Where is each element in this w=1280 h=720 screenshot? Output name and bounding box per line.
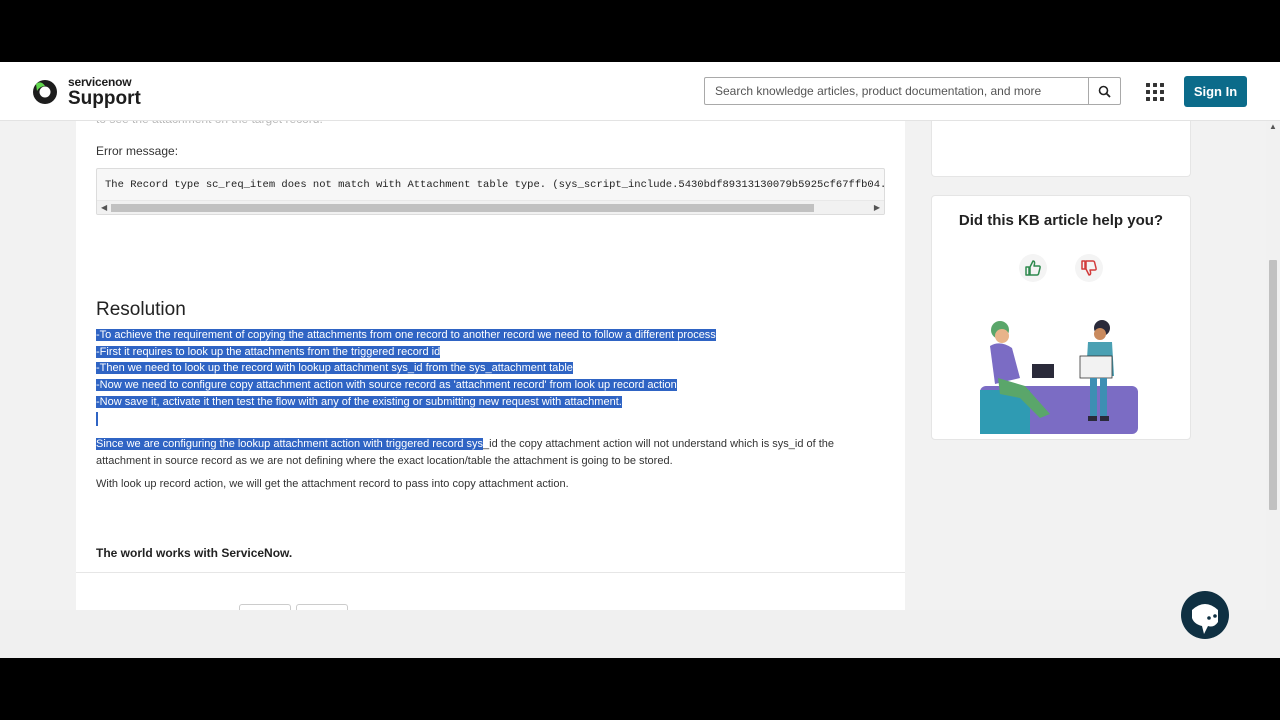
top-navigation-bar: servicenow Support Sign In (0, 62, 1280, 121)
page-scroll-thumb[interactable] (1269, 260, 1277, 510)
scroll-right-arrow-icon[interactable]: ▶ (874, 201, 880, 214)
code-horizontal-scrollbar[interactable]: ◀ ▶ (97, 200, 884, 214)
resolution-step: -Now we need to configure copy attachmen… (96, 379, 677, 392)
scroll-up-arrow-icon[interactable]: ▲ (1269, 122, 1277, 131)
highlighted-text: Since we are configuring the lookup atta… (96, 438, 484, 450)
explanation-paragraph: Since we are configuring the lookup atta… (96, 436, 856, 469)
resolution-heading: Resolution (96, 299, 186, 320)
resolution-step: -First it requires to look up the attach… (96, 345, 441, 358)
search-input[interactable] (705, 78, 1088, 104)
sign-in-button[interactable]: Sign In (1184, 76, 1247, 107)
people-illustration-icon (980, 320, 1138, 434)
lookup-note-paragraph: With look up record action, we will get … (96, 478, 569, 490)
error-message-label: Error message: (96, 144, 179, 158)
brand-name: servicenow (68, 75, 132, 89)
servicenow-support-logo[interactable]: servicenow Support (32, 76, 141, 108)
page-vertical-scrollbar[interactable]: ▲ ▼ (1266, 120, 1280, 658)
thumbs-down-button[interactable] (1075, 254, 1103, 282)
apps-grid-icon[interactable] (1145, 82, 1165, 102)
resolution-step: -Now save it, activate it then test the … (96, 395, 622, 408)
thumbs-down-icon (1081, 260, 1097, 276)
resolution-step: -Then we need to look up the record with… (96, 362, 573, 375)
chat-icon[interactable] (1180, 590, 1230, 644)
search-button[interactable] (1088, 78, 1120, 104)
kb-feedback-card: Did this KB article help you? (931, 195, 1191, 440)
resolution-step: -To achieve the requirement of copying t… (96, 329, 716, 341)
kb-feedback-question: Did this KB article help you? (958, 212, 1164, 229)
code-scroll-thumb[interactable] (111, 204, 814, 212)
footer-divider (76, 572, 905, 573)
thumbs-up-icon (1025, 260, 1041, 276)
selection-caret (96, 411, 98, 426)
error-code-text: The Record type sc_req_item does not mat… (105, 179, 884, 191)
product-name: Support (68, 88, 141, 109)
search-icon (1098, 85, 1111, 98)
servicenow-logo-icon (33, 80, 57, 104)
scroll-left-arrow-icon[interactable]: ◀ (101, 201, 107, 214)
kb-article-body: to see the attachment on the target reco… (76, 62, 905, 658)
error-code-block: The Record type sc_req_item does not mat… (96, 168, 885, 215)
bottom-overlay-strip (0, 610, 1280, 658)
footer-tagline: The world works with ServiceNow. (96, 546, 293, 560)
resolution-steps: -To achieve the requirement of copying t… (96, 327, 716, 427)
search-bar (704, 77, 1121, 105)
thumbs-up-button[interactable] (1019, 254, 1047, 282)
browser-viewport: servicenow Support Sign In to see the (0, 62, 1280, 658)
